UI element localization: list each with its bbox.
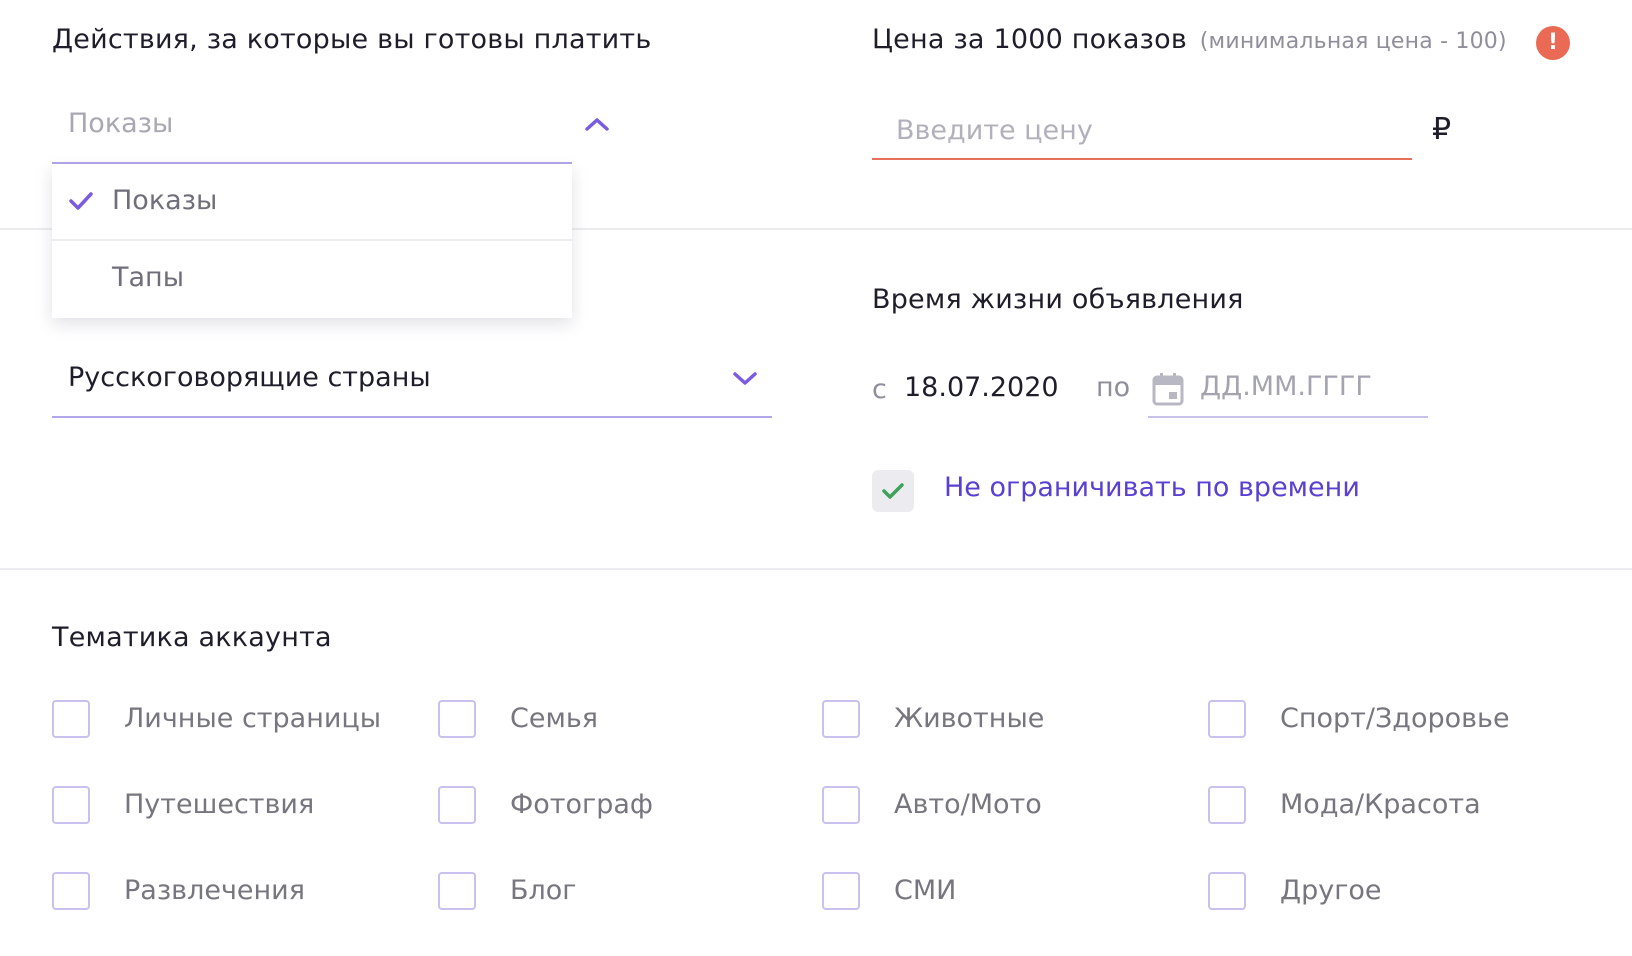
checkbox[interactable] xyxy=(438,786,476,824)
topic-label: Фотограф xyxy=(510,789,653,820)
dropdown-option-label: Показы xyxy=(112,185,218,216)
topic-label: Блог xyxy=(510,875,577,906)
checkbox[interactable] xyxy=(438,872,476,910)
actions-select[interactable]: Показы xyxy=(52,96,609,164)
actions-select-value: Показы xyxy=(68,108,174,139)
price-label-wrap: Цена за 1000 показов (минимальная цена -… xyxy=(872,24,1507,55)
ad-settings-form: Действия, за которые вы готовы платить П… xyxy=(0,0,1632,956)
checkbox[interactable] xyxy=(52,700,90,738)
region-select[interactable]: Русскоговорящие страны xyxy=(52,348,772,418)
check-icon xyxy=(69,192,93,210)
topic-label: Авто/Мото xyxy=(894,789,1042,820)
topic-label: Развлечения xyxy=(124,875,305,906)
currency-symbol: ₽ xyxy=(1432,112,1452,147)
date-from-value[interactable]: 18.07.2020 xyxy=(904,372,1059,403)
checkbox[interactable] xyxy=(1208,872,1246,910)
date-to-input[interactable] xyxy=(1200,366,1420,406)
topic-label: Семья xyxy=(510,703,598,734)
actions-dropdown-menu: Показы Тапы xyxy=(52,164,572,318)
calendar-icon xyxy=(1152,373,1184,406)
checkbox[interactable] xyxy=(438,700,476,738)
unlimited-label[interactable]: Не ограничивать по времени xyxy=(944,472,1360,503)
price-field[interactable] xyxy=(872,102,1412,160)
checkbox[interactable] xyxy=(822,872,860,910)
checkbox[interactable] xyxy=(1208,700,1246,738)
date-to-field[interactable] xyxy=(1148,360,1428,418)
date-to-prefix: по xyxy=(1096,372,1131,403)
checkbox[interactable] xyxy=(52,872,90,910)
topic-label: СМИ xyxy=(894,875,957,906)
actions-label: Действия, за которые вы готовы платить xyxy=(52,24,652,55)
alert-icon: ! xyxy=(1536,26,1570,60)
unlimited-checkbox[interactable] xyxy=(872,470,914,512)
topic-label: Животные xyxy=(894,703,1045,734)
dropdown-option-impressions[interactable]: Показы xyxy=(52,164,572,241)
check-icon xyxy=(882,483,904,499)
chevron-down-icon xyxy=(733,372,757,385)
chevron-up-icon xyxy=(585,118,609,131)
lifetime-label: Время жизни объявления xyxy=(872,284,1244,315)
checkbox[interactable] xyxy=(822,786,860,824)
checkbox[interactable] xyxy=(1208,786,1246,824)
dropdown-option-taps[interactable]: Тапы xyxy=(52,241,572,317)
topic-label: Мода/Красота xyxy=(1280,789,1481,820)
topics-label: Тематика аккаунта xyxy=(52,622,332,653)
dropdown-option-label: Тапы xyxy=(112,262,185,293)
price-input[interactable] xyxy=(896,110,1396,150)
divider xyxy=(0,568,1632,570)
topic-label: Другое xyxy=(1280,875,1382,906)
checkbox[interactable] xyxy=(52,786,90,824)
topic-label: Личные страницы xyxy=(124,703,382,734)
topic-label: Путешествия xyxy=(124,789,315,820)
price-label: Цена за 1000 показов xyxy=(872,24,1187,55)
price-hint: (минимальная цена - 100) xyxy=(1199,29,1507,54)
checkbox[interactable] xyxy=(822,700,860,738)
date-from-prefix: с xyxy=(872,374,887,405)
topic-label: Спорт/Здоровье xyxy=(1280,703,1510,734)
region-select-value: Русскоговорящие страны xyxy=(68,362,431,393)
